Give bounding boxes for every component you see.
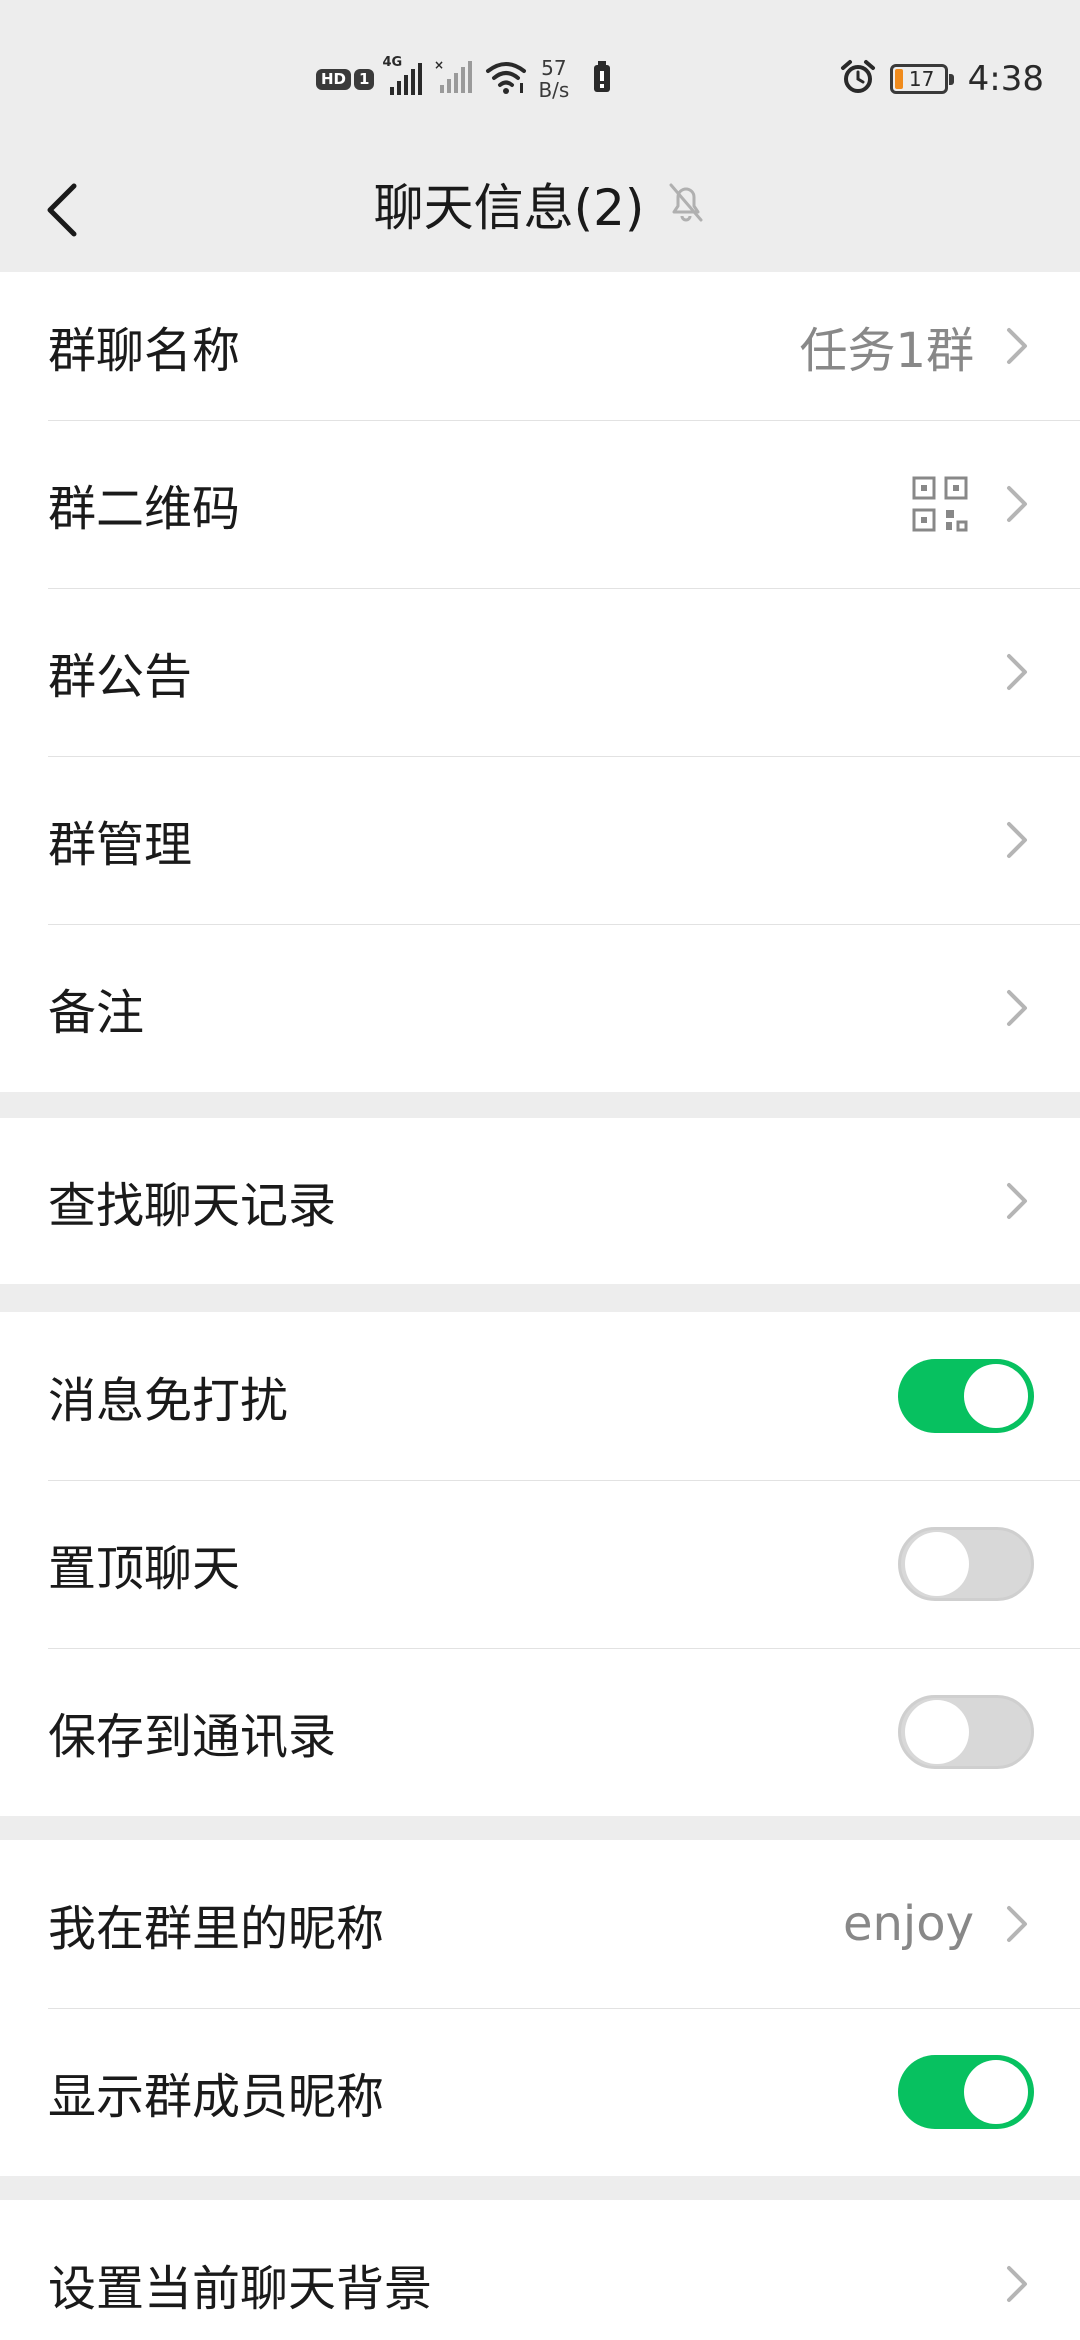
row-chat-background[interactable]: 设置当前聊天背景 — [0, 2200, 1080, 2340]
chevron-right-icon — [1002, 482, 1032, 526]
row-mute: 消息免打扰 — [0, 1312, 1080, 1480]
row-save-contacts: 保存到通讯录 — [0, 1648, 1080, 1816]
wifi-icon — [484, 59, 528, 99]
hd-badge: HD 1 — [316, 68, 375, 90]
row-remark[interactable]: 备注 — [0, 924, 1080, 1092]
section-group-info: 群聊名称 任务1群 群二维码 群公告 群管理 备注 — [0, 272, 1080, 1092]
network-label: 4G — [382, 55, 403, 70]
chevron-right-icon — [1002, 650, 1032, 694]
row-label: 查找聊天记录 — [48, 1178, 337, 1234]
row-label: 群二维码 — [48, 481, 241, 537]
muted-bell-icon — [666, 180, 706, 228]
row-label: 保存到通讯录 — [48, 1709, 337, 1765]
row-label: 显示群成员昵称 — [48, 2069, 385, 2125]
section-toggles: 消息免打扰 置顶聊天 保存到通讯录 — [0, 1312, 1080, 1816]
toggle-knob — [964, 2060, 1028, 2124]
row-my-nickname[interactable]: 我在群里的昵称 enjoy — [0, 1840, 1080, 2008]
row-search-history[interactable]: 查找聊天记录 — [0, 1118, 1080, 1284]
svg-text:×: × — [434, 59, 444, 72]
row-group-notice[interactable]: 群公告 — [0, 588, 1080, 756]
chevron-right-icon — [1002, 324, 1032, 368]
clock: 4:38 — [967, 59, 1044, 99]
row-pin-chat: 置顶聊天 — [0, 1480, 1080, 1648]
chat-info-screen: HD 1 4G × 57 B/s 17 4:38 聊天信息(2) 群聊名称 任务… — [0, 0, 1080, 2340]
alarm-icon — [840, 59, 876, 99]
nav-header: 聊天信息(2) — [0, 158, 1080, 272]
show-nicknames-toggle[interactable] — [898, 2055, 1034, 2129]
row-group-name[interactable]: 群聊名称 任务1群 — [0, 272, 1080, 420]
mute-toggle[interactable] — [898, 1359, 1034, 1433]
row-show-nicknames: 显示群成员昵称 — [0, 2008, 1080, 2176]
battery-level: 17 — [908, 67, 935, 91]
signal-icon-sim2: × — [434, 58, 474, 99]
pin-chat-toggle[interactable] — [898, 1527, 1034, 1601]
page-title: 聊天信息(2) — [373, 179, 645, 237]
save-contacts-toggle[interactable] — [898, 1695, 1034, 1769]
chevron-right-icon — [1002, 2262, 1032, 2306]
section-background: 设置当前聊天背景 — [0, 2200, 1080, 2340]
row-label: 置顶聊天 — [48, 1541, 241, 1597]
row-label: 我在群里的昵称 — [48, 1901, 385, 1957]
chevron-right-icon — [1002, 1902, 1032, 1946]
row-label: 备注 — [48, 985, 145, 1041]
speed-value: 57 — [541, 56, 567, 80]
row-label: 群公告 — [48, 649, 193, 705]
signal-icon: 4G — [382, 55, 424, 97]
chevron-right-icon — [1002, 818, 1032, 862]
row-label: 设置当前聊天背景 — [48, 2261, 433, 2317]
toggle-knob — [964, 1364, 1028, 1428]
sim-label: 1 — [354, 68, 375, 90]
qr-code-icon — [912, 476, 968, 532]
row-label: 群管理 — [48, 817, 193, 873]
speed-unit: B/s — [538, 78, 570, 102]
battery-icon: 17 — [889, 64, 954, 94]
battery-saver-icon — [593, 61, 611, 97]
title-wrap: 聊天信息(2) — [0, 158, 1080, 250]
chevron-right-icon — [1002, 986, 1032, 1030]
battery-fill — [894, 69, 903, 89]
row-label: 消息免打扰 — [48, 1373, 289, 1429]
section-nickname: 我在群里的昵称 enjoy 显示群成员昵称 — [0, 1840, 1080, 2176]
status-bar: HD 1 4G × 57 B/s 17 4:38 — [0, 0, 1080, 158]
network-speed: 57 B/s — [538, 57, 569, 101]
chevron-right-icon — [1002, 1179, 1032, 1223]
toggle-knob — [905, 1700, 969, 1764]
status-bar-center: HD 1 4G × 57 B/s — [316, 54, 611, 104]
status-bar-right: 17 4:38 — [840, 54, 1044, 104]
section-search: 查找聊天记录 — [0, 1118, 1080, 1284]
hd-label: HD — [316, 68, 352, 90]
row-label: 群聊名称 — [48, 323, 241, 379]
row-group-manage[interactable]: 群管理 — [0, 756, 1080, 924]
row-group-qr[interactable]: 群二维码 — [0, 420, 1080, 588]
group-name-value: 任务1群 — [799, 323, 974, 379]
my-nickname-value: enjoy — [842, 1896, 974, 1952]
toggle-knob — [905, 1532, 969, 1596]
